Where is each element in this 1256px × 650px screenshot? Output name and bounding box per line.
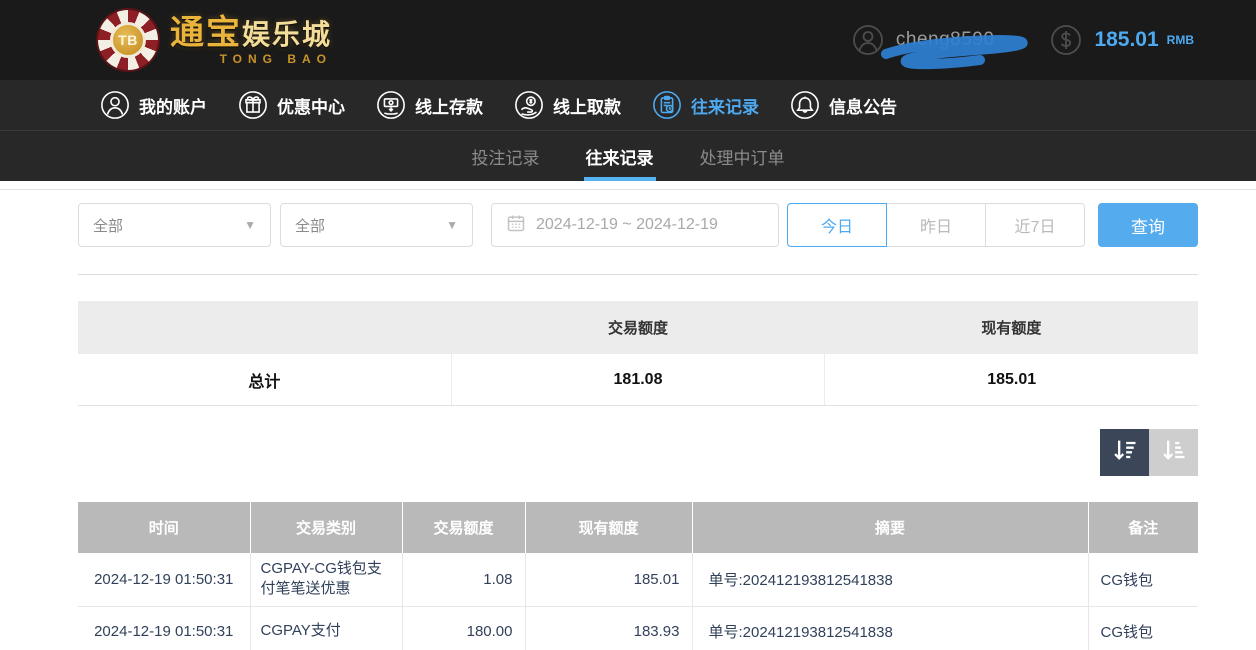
balance-display[interactable]: 185.01 RMB bbox=[1050, 24, 1194, 56]
nav-promotions[interactable]: 优惠中心 bbox=[238, 90, 345, 120]
header-divider bbox=[0, 189, 1256, 190]
cell-remark: CG钱包 bbox=[1088, 606, 1198, 650]
cell-transaction-amount: 1.08 bbox=[402, 553, 525, 606]
nav-withdraw[interactable]: 线上取款 bbox=[514, 90, 621, 120]
tab-betting-records[interactable]: 投注记录 bbox=[470, 131, 542, 181]
col-type: 交易类别 bbox=[250, 502, 402, 553]
nav-announcements[interactable]: 信息公告 bbox=[790, 90, 897, 120]
records-icon bbox=[652, 90, 682, 120]
cell-current-balance: 183.93 bbox=[525, 606, 692, 650]
table-header-row: 时间 交易类别 交易额度 现有额度 摘要 备注 bbox=[78, 502, 1198, 553]
yesterday-button[interactable]: 昨日 bbox=[886, 203, 986, 247]
nav-deposit[interactable]: 线上存款 bbox=[376, 90, 483, 120]
withdraw-icon bbox=[514, 90, 544, 120]
col-time: 时间 bbox=[78, 502, 250, 553]
last7days-button[interactable]: 近7日 bbox=[985, 203, 1085, 247]
deposit-icon bbox=[376, 90, 406, 120]
summary-transaction-total: 181.08 bbox=[451, 354, 825, 405]
user-icon bbox=[852, 24, 884, 56]
search-button[interactable]: 查询 bbox=[1098, 203, 1198, 247]
casino-chip-icon: TB bbox=[98, 10, 158, 70]
col-transaction-amount: 交易额度 bbox=[402, 502, 525, 553]
summary-total-row: 总计 181.08 185.01 bbox=[78, 354, 1198, 406]
main-content: 全部 ▼ 全部 ▼ 2024-12-19 ~ 2024-12-19 今日 昨日 … bbox=[78, 203, 1198, 650]
gift-icon bbox=[238, 90, 268, 120]
chip-monogram: TB bbox=[110, 22, 146, 58]
cell-time: 2024-12-19 01:50:31 bbox=[78, 553, 250, 606]
tab-transaction-records[interactable]: 往来记录 bbox=[584, 131, 656, 181]
summary-table: 交易额度 现有额度 总计 181.08 185.01 bbox=[78, 301, 1198, 406]
cell-remark: CG钱包 bbox=[1088, 553, 1198, 606]
cell-current-balance: 185.01 bbox=[525, 553, 692, 606]
chevron-down-icon: ▼ bbox=[446, 218, 458, 232]
bell-icon bbox=[790, 90, 820, 120]
cell-summary: 单号:202412193812541838 bbox=[692, 553, 1088, 606]
col-current-balance: 现有额度 bbox=[525, 502, 692, 553]
today-button[interactable]: 今日 bbox=[787, 203, 887, 247]
main-navigation: 我的账户 优惠中心 线上存款 线上 bbox=[0, 80, 1256, 130]
quick-date-group: 今日 昨日 近7日 bbox=[787, 203, 1085, 247]
username-text: cheng8590 bbox=[896, 29, 995, 51]
table-row: 2024-12-19 01:50:31 CGPAY支付 180.00 183.9… bbox=[78, 606, 1198, 650]
user-account[interactable]: cheng8590 bbox=[852, 24, 995, 56]
summary-balance-total: 185.01 bbox=[824, 354, 1198, 405]
type-select[interactable]: 全部 ▼ bbox=[280, 203, 473, 247]
sort-descending-button[interactable] bbox=[1100, 429, 1149, 476]
sort-ascending-button[interactable] bbox=[1149, 429, 1198, 476]
site-logo[interactable]: TB 通宝娱乐城 TONG BAO bbox=[98, 10, 332, 70]
category-select[interactable]: 全部 ▼ bbox=[78, 203, 271, 247]
dollar-circle-icon bbox=[1050, 24, 1082, 56]
nav-records[interactable]: 往来记录 bbox=[652, 90, 759, 120]
balance-currency: RMB bbox=[1167, 33, 1194, 47]
col-summary: 摘要 bbox=[692, 502, 1088, 553]
sort-descending-icon bbox=[1111, 436, 1139, 469]
summary-header-transaction: 交易额度 bbox=[451, 317, 824, 338]
filter-bar: 全部 ▼ 全部 ▼ 2024-12-19 ~ 2024-12-19 今日 昨日 … bbox=[78, 203, 1198, 247]
logo-title: 通宝娱乐城 bbox=[170, 16, 332, 50]
cell-type: CGPAY支付 bbox=[250, 606, 402, 650]
filter-divider bbox=[78, 274, 1198, 275]
tab-pending-orders[interactable]: 处理中订单 bbox=[698, 131, 787, 181]
top-bar: TB 通宝娱乐城 TONG BAO cheng8590 bbox=[0, 0, 1256, 80]
cell-time: 2024-12-19 01:50:31 bbox=[78, 606, 250, 650]
chevron-down-icon: ▼ bbox=[244, 218, 256, 232]
balance-amount: 185.01 bbox=[1094, 28, 1158, 52]
summary-header-balance: 现有额度 bbox=[825, 317, 1198, 338]
account-icon bbox=[100, 90, 130, 120]
transactions-table: 时间 交易类别 交易额度 现有额度 摘要 备注 2024-12-19 01:50… bbox=[78, 502, 1198, 650]
cell-transaction-amount: 180.00 bbox=[402, 606, 525, 650]
summary-total-label: 总计 bbox=[78, 354, 451, 405]
table-row: 2024-12-19 01:50:31 CGPAY-CG钱包支付笔笔送优惠 1.… bbox=[78, 553, 1198, 606]
nav-my-account[interactable]: 我的账户 bbox=[100, 90, 207, 120]
sort-ascending-icon bbox=[1160, 436, 1188, 469]
logo-subtitle: TONG BAO bbox=[220, 53, 332, 65]
sort-controls bbox=[78, 429, 1198, 476]
summary-header-row: 交易额度 现有额度 bbox=[78, 301, 1198, 354]
record-tabs: 投注记录 往来记录 处理中订单 bbox=[0, 130, 1256, 181]
col-remark: 备注 bbox=[1088, 502, 1198, 553]
date-range-input[interactable]: 2024-12-19 ~ 2024-12-19 bbox=[491, 203, 779, 247]
cell-summary: 单号:202412193812541838 bbox=[692, 606, 1088, 650]
calendar-icon bbox=[506, 213, 526, 238]
cell-type: CGPAY-CG钱包支付笔笔送优惠 bbox=[250, 553, 402, 606]
